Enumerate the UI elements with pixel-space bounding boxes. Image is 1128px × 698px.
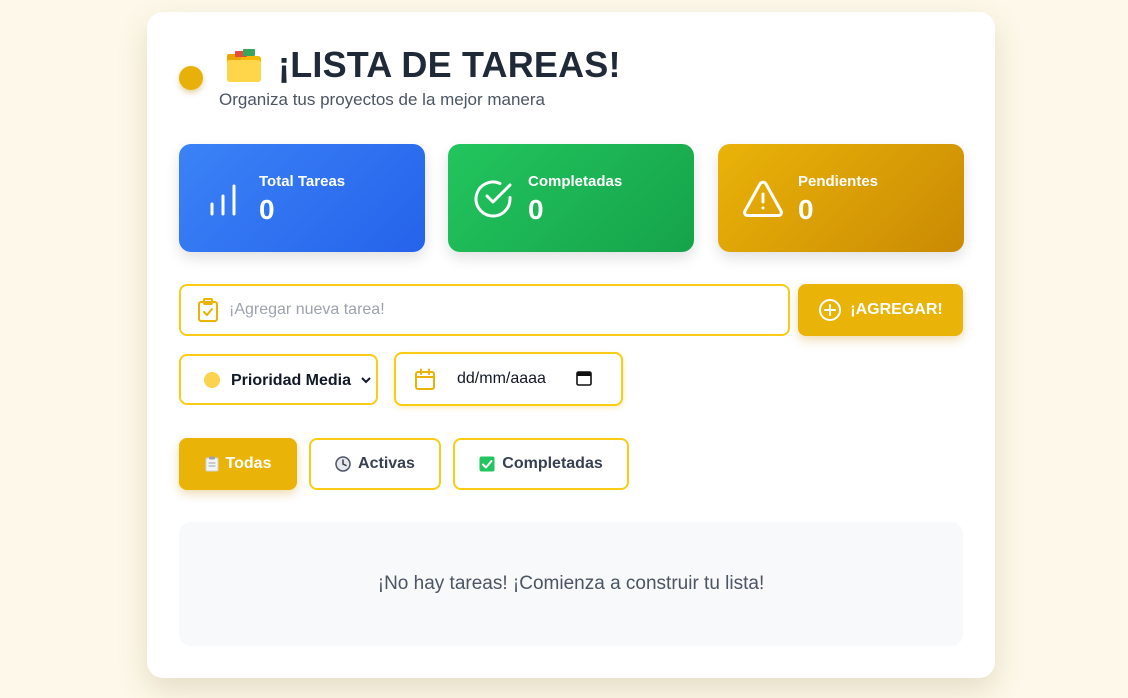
check-circle-icon [474,180,512,218]
stat-total-label: Total Tareas [259,173,346,190]
checkbox-icon [479,456,495,472]
filter-completed-button[interactable]: Completadas [453,438,629,490]
clipboard-icon [205,456,219,472]
calendar-icon [415,368,435,390]
filter-completed-label: Completadas [502,455,603,472]
header-dot [179,66,203,90]
stat-completed-label: Completadas [528,173,623,190]
due-date-value: dd/mm/aaaa [457,370,546,387]
date-picker-icon[interactable] [576,370,592,386]
clipboard-check-icon [198,298,218,322]
empty-state-message: ¡No hay tareas! ¡Comienza a construir tu… [377,573,765,594]
stat-completed-card: Completadas 0 [448,144,694,252]
priority-field: Prioridad Media [179,354,378,405]
folder-icon [227,49,261,82]
stat-completed-value: 0 [528,194,544,225]
stat-pending-value: 0 [798,194,814,225]
new-task-input[interactable] [229,286,779,334]
empty-task-list: ¡No hay tareas! ¡Comienza a construir tu… [179,522,963,646]
add-task-button[interactable]: ¡AGREGAR! [798,284,963,336]
new-task-field [179,284,790,336]
stat-total-card: Total Tareas 0 [179,144,425,252]
stat-pending-card: Pendientes 0 [718,144,964,252]
page-title: ¡LISTA DE TAREAS! [278,44,621,85]
todo-card: ¡LISTA DE TAREAS! Organiza tus proyectos… [147,12,995,678]
warning-icon [743,180,783,217]
filter-all-button[interactable]: Todas [179,438,297,490]
add-task-label: ¡AGREGAR! [850,301,943,318]
filter-all-label: Todas [225,455,272,472]
stat-total-value: 0 [259,194,275,225]
priority-dot [204,372,220,388]
due-date-field[interactable]: dd/mm/aaaa [394,352,623,406]
priority-select[interactable]: Prioridad Media [227,366,374,394]
filter-active-label: Activas [358,455,415,472]
page-subtitle: Organiza tus proyectos de la mejor maner… [219,90,545,109]
clock-icon [335,456,351,472]
filter-active-button[interactable]: Activas [309,438,441,490]
stat-pending-label: Pendientes [798,173,879,190]
bar-chart-icon [210,184,236,216]
plus-circle-icon [819,299,842,321]
